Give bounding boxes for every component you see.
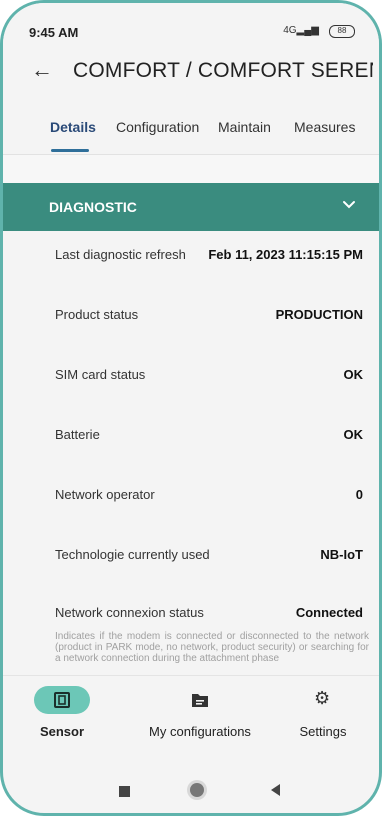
row-product-status: Product status PRODUCTION [3, 307, 379, 367]
row-label: Technologie currently used [55, 547, 210, 562]
content-spacer [3, 155, 379, 183]
system-back-button[interactable] [271, 784, 280, 796]
row-label: SIM card status [55, 367, 146, 382]
nav-label: Sensor [39, 724, 85, 739]
system-navigation-bar [3, 761, 379, 813]
tab-indicator [51, 149, 89, 152]
nav-label: My configurations [149, 724, 251, 739]
home-button[interactable] [190, 783, 204, 797]
status-bar: 9:45 AM 4G▂▄▆ 88 [3, 3, 379, 47]
tab-bar: Details Configuration Maintain Measures [3, 111, 379, 155]
gear-icon: ⚙ [314, 688, 331, 708]
row-technologie-used: Technologie currently used NB-IoT [3, 547, 379, 607]
recent-apps-button[interactable] [119, 786, 130, 797]
battery-level: 88 [337, 26, 347, 35]
app-bar: ← COMFORT / COMFORT SERENI... [3, 47, 379, 103]
row-value: 0 [355, 487, 363, 502]
folder-icon [192, 694, 208, 707]
nav-active-pill [34, 686, 90, 714]
nav-icon-holder: ⚙ [295, 686, 351, 714]
row-label: Last diagnostic refresh [55, 247, 186, 262]
nav-sensor[interactable]: Sensor [17, 686, 107, 739]
chevron-down-icon [343, 201, 355, 209]
row-description: Indicates if the modem is connected or d… [55, 631, 369, 664]
nav-my-configurations[interactable]: My configurations [135, 686, 265, 739]
nav-label: Settings [299, 724, 347, 739]
nav-settings[interactable]: ⚙ Settings [283, 686, 363, 739]
row-batterie: Batterie OK [3, 427, 379, 487]
row-label: Network operator [55, 487, 155, 502]
row-value: OK [343, 367, 364, 382]
row-value: Feb 11, 2023 11:15:15 PM [208, 247, 363, 262]
row-value: NB-IoT [320, 547, 363, 562]
tab-measures[interactable]: Measures [294, 119, 355, 135]
row-value: PRODUCTION [275, 307, 363, 322]
page-title: COMFORT / COMFORT SERENI... [73, 59, 373, 82]
status-time: 9:45 AM [29, 25, 79, 40]
phone-frame: 9:45 AM 4G▂▄▆ 88 ← COMFORT / COMFORT SER… [0, 0, 382, 816]
signal-icon: 4G▂▄▆ [283, 25, 319, 36]
signal-label: 4G [283, 25, 297, 36]
section-title: DIAGNOSTIC [49, 199, 137, 215]
row-label: Batterie [55, 427, 100, 442]
tab-configuration[interactable]: Configuration [116, 119, 199, 135]
row-last-diagnostic-refresh: Last diagnostic refresh Feb 11, 2023 11:… [3, 247, 379, 307]
row-network-operator: Network operator 0 [3, 487, 379, 547]
back-arrow-icon[interactable]: ← [31, 57, 53, 83]
bottom-navigation: Sensor My configurations ⚙ Settings [3, 675, 379, 762]
sensor-icon [54, 692, 70, 708]
row-label: Network connexion status [55, 605, 204, 620]
battery-icon: 88 [329, 25, 355, 38]
diagnostic-section-header[interactable]: DIAGNOSTIC [3, 183, 379, 231]
row-label: Product status [55, 307, 139, 322]
row-value: OK [343, 427, 364, 442]
tab-maintain[interactable]: Maintain [218, 119, 271, 135]
row-value: Connected [295, 605, 363, 620]
tab-details[interactable]: Details [50, 119, 96, 135]
row-sim-card-status: SIM card status OK [3, 367, 379, 427]
nav-icon-holder [172, 686, 228, 714]
